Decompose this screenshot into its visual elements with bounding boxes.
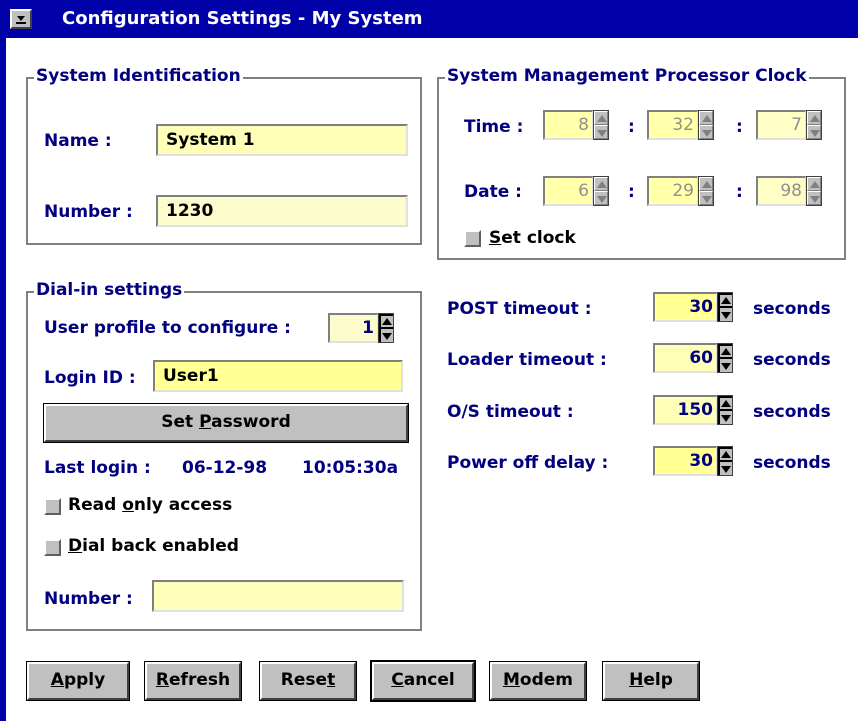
dial-number-field[interactable] bbox=[152, 580, 404, 612]
post-timeout-label: POST timeout : bbox=[447, 299, 592, 319]
loader-timeout-spinner[interactable] bbox=[717, 343, 733, 373]
reset-button[interactable]: Reset bbox=[260, 662, 356, 700]
loader-timeout-unit: seconds bbox=[753, 350, 831, 370]
user-profile-field[interactable]: 1 bbox=[328, 313, 378, 343]
set-password-button[interactable]: Set Password bbox=[44, 404, 408, 442]
spinner-arrows-icon bbox=[810, 181, 820, 203]
power-off-delay-label: Power off delay : bbox=[447, 453, 609, 473]
power-off-delay-spinner[interactable] bbox=[717, 446, 733, 476]
power-off-delay-field[interactable]: 30 bbox=[653, 446, 717, 476]
login-id-field[interactable]: User1 bbox=[153, 360, 403, 392]
time-second-spinner[interactable] bbox=[806, 110, 822, 140]
os-timeout-unit: seconds bbox=[753, 402, 831, 422]
time-hour-field[interactable]: 8 bbox=[543, 110, 593, 140]
spinner-arrows-icon bbox=[720, 346, 732, 372]
last-login-date: 06-12-98 bbox=[182, 458, 268, 478]
spinner-arrows-icon bbox=[810, 115, 820, 137]
apply-button[interactable]: Apply bbox=[27, 662, 129, 700]
date-month-spinner[interactable] bbox=[593, 176, 609, 206]
spinner-arrows-icon bbox=[597, 181, 607, 203]
read-only-access-checkbox[interactable] bbox=[44, 498, 61, 515]
spinner-arrows-icon bbox=[381, 316, 393, 342]
spinner-arrows-icon bbox=[702, 181, 712, 203]
os-timeout-field[interactable]: 150 bbox=[653, 395, 717, 425]
spinner-arrows-icon bbox=[702, 115, 712, 137]
post-timeout-field[interactable]: 30 bbox=[653, 292, 717, 322]
post-timeout-spinner[interactable] bbox=[717, 292, 733, 322]
time-minute-field[interactable]: 32 bbox=[647, 110, 698, 140]
user-profile-spinner[interactable] bbox=[378, 313, 394, 343]
date-label: Date : bbox=[464, 182, 522, 202]
login-id-label: Login ID : bbox=[44, 368, 136, 388]
time-separator: : bbox=[628, 117, 635, 137]
time-label: Time : bbox=[464, 117, 524, 137]
date-day-field[interactable]: 29 bbox=[647, 176, 698, 206]
last-login-label: Last login : bbox=[44, 458, 151, 478]
loader-timeout-field[interactable]: 60 bbox=[653, 343, 717, 373]
time-second-field[interactable]: 7 bbox=[756, 110, 806, 140]
configuration-window: Configuration Settings - My System Syste… bbox=[0, 0, 858, 721]
set-clock-label[interactable]: Set clock bbox=[489, 228, 576, 248]
dial-back-checkbox[interactable] bbox=[44, 539, 61, 556]
time-minute-spinner[interactable] bbox=[698, 110, 714, 140]
refresh-button[interactable]: Refresh bbox=[145, 662, 241, 700]
dialin-settings-legend: Dial-in settings bbox=[34, 280, 185, 300]
date-year-spinner[interactable] bbox=[806, 176, 822, 206]
post-timeout-unit: seconds bbox=[753, 299, 831, 319]
os-timeout-spinner[interactable] bbox=[717, 395, 733, 425]
read-only-access-label[interactable]: Read only access bbox=[68, 495, 232, 515]
date-year-field[interactable]: 98 bbox=[756, 176, 806, 206]
date-month-field[interactable]: 6 bbox=[543, 176, 593, 206]
spinner-arrows-icon bbox=[597, 115, 607, 137]
cancel-button[interactable]: Cancel bbox=[372, 662, 474, 700]
system-number-field[interactable]: 1230 bbox=[156, 195, 408, 227]
power-off-delay-unit: seconds bbox=[753, 453, 831, 473]
system-menu-icon bbox=[16, 16, 26, 24]
window-title: Configuration Settings - My System bbox=[62, 8, 423, 29]
system-identification-legend: System Identification bbox=[34, 66, 243, 86]
loader-timeout-label: Loader timeout : bbox=[447, 350, 607, 370]
title-bar: Configuration Settings - My System bbox=[6, 0, 858, 38]
dial-back-label[interactable]: Dial back enabled bbox=[68, 536, 239, 556]
date-day-spinner[interactable] bbox=[698, 176, 714, 206]
modem-button[interactable]: Modem bbox=[490, 662, 586, 700]
time-separator: : bbox=[736, 117, 743, 137]
name-label: Name : bbox=[44, 131, 112, 151]
processor-clock-legend: System Management Processor Clock bbox=[445, 66, 809, 86]
user-profile-label: User profile to configure : bbox=[44, 318, 291, 338]
system-menu-button[interactable] bbox=[10, 9, 32, 29]
help-button[interactable]: Help bbox=[603, 662, 699, 700]
last-login-time: 10:05:30a bbox=[302, 458, 399, 478]
time-hour-spinner[interactable] bbox=[593, 110, 609, 140]
spinner-arrows-icon bbox=[720, 449, 732, 475]
date-separator: : bbox=[628, 182, 635, 202]
date-separator: : bbox=[736, 182, 743, 202]
spinner-arrows-icon bbox=[720, 295, 732, 321]
system-name-field[interactable]: System 1 bbox=[156, 124, 408, 156]
set-clock-checkbox[interactable] bbox=[464, 230, 481, 247]
system-number-label: Number : bbox=[44, 202, 133, 222]
os-timeout-label: O/S timeout : bbox=[447, 402, 574, 422]
spinner-arrows-icon bbox=[720, 398, 732, 424]
dial-number-label: Number : bbox=[44, 589, 133, 609]
